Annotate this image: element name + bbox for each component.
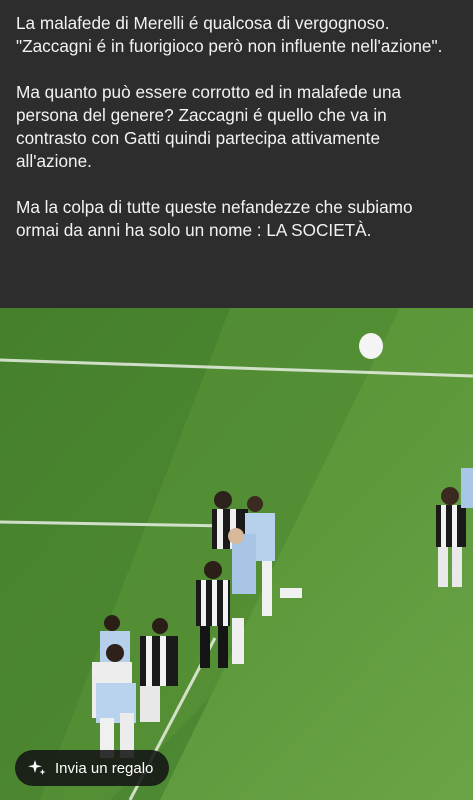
- gift-sparkle-icon: [27, 758, 47, 778]
- post-paragraph-3: Ma la colpa di tutte queste nefandezze c…: [16, 197, 413, 240]
- post-paragraph-2: Ma quanto può essere corrotto ed in mala…: [16, 82, 402, 171]
- ball: [359, 333, 383, 359]
- send-gift-button[interactable]: Invia un regalo: [15, 750, 170, 786]
- post-text-body: La malafede di Merelli é qualcosa di ver…: [0, 0, 473, 308]
- post-image[interactable]: [0, 308, 473, 800]
- football-pitch-image: [0, 308, 473, 800]
- send-gift-label: Invia un regalo: [55, 759, 154, 777]
- post-paragraph-1: La malafede di Merelli é qualcosa di ver…: [16, 13, 443, 56]
